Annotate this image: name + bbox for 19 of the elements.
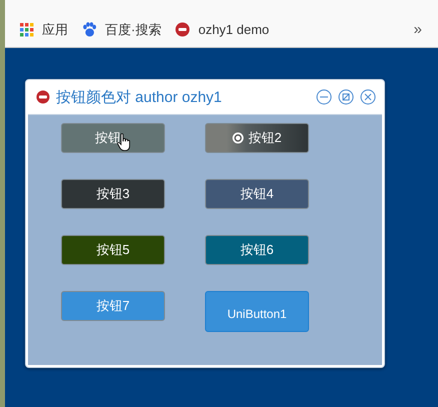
minimize-icon[interactable] (316, 89, 332, 105)
app-logo-icon (36, 90, 50, 104)
gear-icon (232, 132, 244, 144)
button[interactable]: 按钮6 (205, 235, 309, 265)
paw-icon (82, 22, 97, 37)
bookmark-link[interactable]: ozhy1 demo (175, 22, 270, 37)
more-bookmarks-button[interactable]: » (414, 21, 422, 38)
restore-icon[interactable] (338, 89, 354, 105)
button[interactable]: 按钮2 (205, 123, 309, 153)
button[interactable]: 按钮3 (61, 179, 165, 209)
button[interactable]: 按钮5 (61, 235, 165, 265)
close-icon[interactable] (360, 89, 376, 105)
window-title: 按钮颜色对 author ozhy1 (56, 88, 222, 106)
app-logo-icon (175, 22, 190, 37)
bookmark-link[interactable]: 应用 (20, 20, 68, 38)
apps-grid-icon (20, 22, 34, 36)
bookmark-link[interactable]: 百度·搜索 (82, 20, 162, 38)
button[interactable]: 按钮 (61, 123, 165, 153)
button[interactable]: 按钮4 (205, 179, 309, 209)
